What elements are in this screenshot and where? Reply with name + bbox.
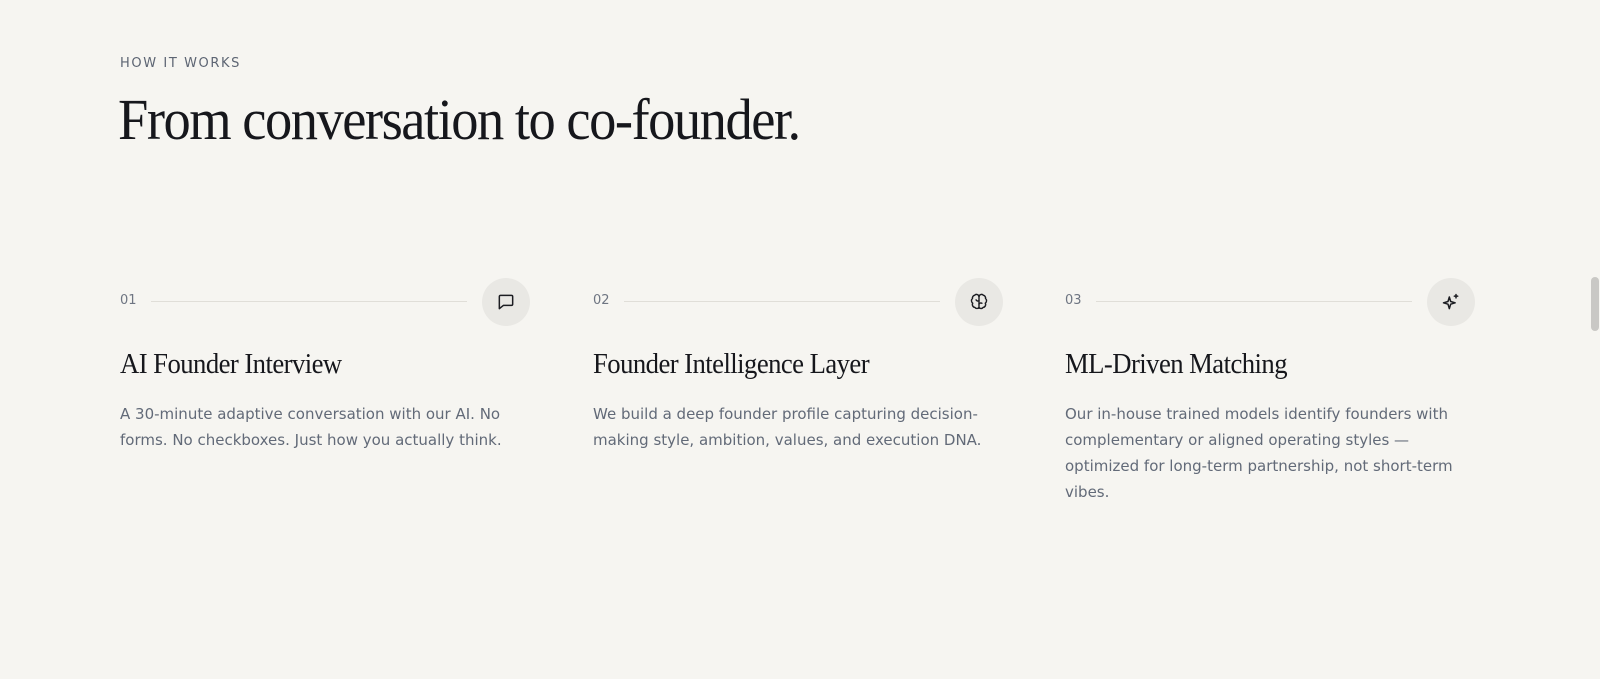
step-header: 01 — [120, 278, 530, 326]
page-scrollbar[interactable] — [1586, 0, 1600, 679]
step-title: Founder Intelligence Layer — [593, 348, 870, 380]
chat-bubble-icon — [482, 278, 530, 326]
step-number: 03 — [1065, 293, 1082, 308]
step-divider — [151, 301, 467, 302]
step-description: Our in-house trained models identify fou… — [1065, 405, 1453, 501]
step-header: 02 — [593, 278, 1003, 326]
step-number: 01 — [120, 293, 137, 308]
step-title: AI Founder Interview — [120, 348, 342, 380]
step-number: 02 — [593, 293, 610, 308]
step-description: A 30-minute adaptive conversation with o… — [120, 405, 502, 449]
step-divider — [624, 301, 940, 302]
step-title: ML-Driven Matching — [1065, 348, 1288, 380]
section-eyebrow: HOW IT WORKS — [120, 56, 241, 71]
step-card-matching: 03 ML-Driven Matching Our in-house train… — [1065, 278, 1475, 501]
sparkles-icon — [1427, 278, 1475, 326]
step-card-intelligence: 02 Founder Intelligence Layer We build a… — [593, 278, 1003, 449]
step-card-interview: 01 AI Founder Interview A 30-minute adap… — [120, 278, 530, 449]
step-header: 03 — [1065, 278, 1475, 326]
step-description: We build a deep founder profile capturin… — [593, 405, 982, 449]
step-divider — [1096, 301, 1412, 302]
section-headline: From conversation to co-founder. — [118, 87, 801, 152]
scrollbar-thumb[interactable] — [1591, 277, 1599, 331]
brain-icon — [955, 278, 1003, 326]
